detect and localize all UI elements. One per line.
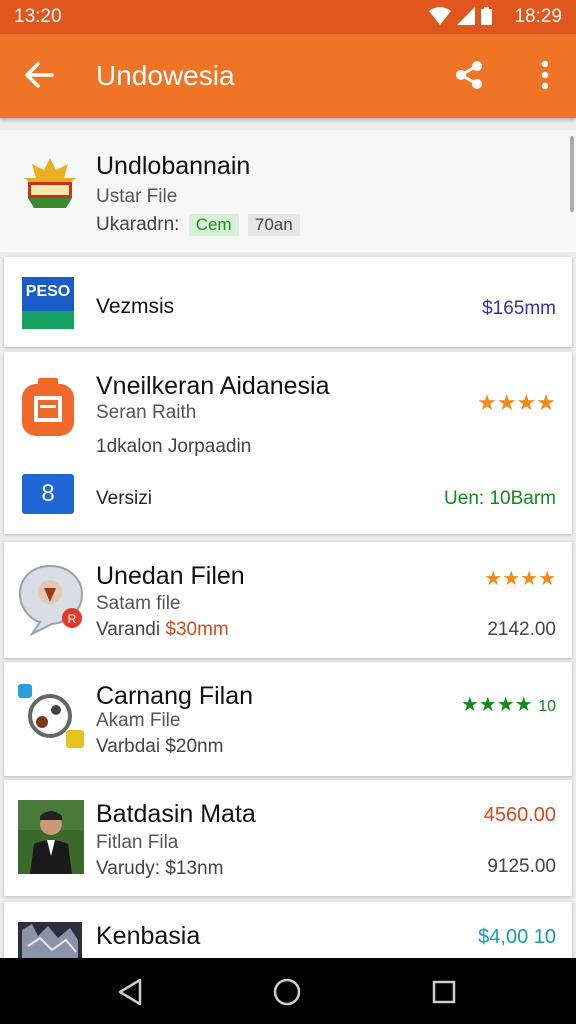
rating-count: 10 <box>538 698 556 715</box>
item-meta: Varudy: $13nm <box>96 858 224 879</box>
item-subtitle: Ustar File <box>96 186 178 207</box>
list-item[interactable]: Batdasin Mata Fitlan Fila Varudy: $13nm … <box>4 780 572 896</box>
status-icons <box>429 7 492 25</box>
status-time: 13:20 <box>14 6 62 27</box>
signal-icon <box>457 7 475 25</box>
list-item[interactable]: Vneilkeran Aidanesia Seran Raith 1dkalon… <box>4 352 572 534</box>
rating-stars: ★★★★ <box>477 390 556 415</box>
status-chip: Cem <box>188 214 239 236</box>
meta-label: Ukaradrn: <box>96 214 180 235</box>
item-title: Unedan Filen <box>96 562 245 590</box>
item-subtitle: Seran Raith <box>96 402 197 423</box>
sub-item-value: Uen: 10Barm <box>444 488 556 509</box>
nav-back-icon[interactable] <box>112 974 148 1010</box>
item-meta: Varandi $30mm <box>96 619 229 641</box>
rating-stars: ★★★★ <box>484 568 556 590</box>
status-clock: 18:29 <box>514 6 562 27</box>
more-options-icon[interactable] <box>530 58 560 92</box>
item-subtitle: Akam File <box>96 710 181 731</box>
item-meta: 1dkalon Jorpaadin <box>96 436 252 457</box>
item-subtitle: Satam file <box>96 593 181 614</box>
nav-recents-icon[interactable] <box>426 974 462 1010</box>
item-title: Batdasin Mata <box>96 800 256 828</box>
rating-stars: ★★★★ <box>460 694 533 716</box>
scrollbar[interactable] <box>570 136 574 212</box>
avatar <box>18 800 84 874</box>
value-chip: 70an <box>247 214 300 236</box>
item-price: 4560.00 <box>483 804 556 826</box>
peso-logo: PESO <box>22 277 74 329</box>
item-value: 9125.00 <box>487 856 556 877</box>
app-icon <box>22 378 74 436</box>
battery-icon <box>481 7 492 25</box>
item-subtitle: Fitlan Fila <box>96 832 179 853</box>
emblem-icon <box>24 158 76 208</box>
peso-logo-text: PESO <box>22 277 74 311</box>
meta-value: $30mm <box>165 619 229 640</box>
item-title: Undlobannain <box>96 152 251 180</box>
app-bar: Undowesia <box>0 34 576 118</box>
list-item[interactable]: Undlobannain Ustar File Ukaradrn: Cem 70… <box>0 130 576 252</box>
svg-text:R: R <box>68 612 77 626</box>
app-icon <box>18 684 84 748</box>
wifi-icon <box>429 7 451 25</box>
page-title: Undowesia <box>96 60 235 91</box>
meta-label: Varandi <box>96 619 161 640</box>
location-pin-icon: R <box>18 564 84 636</box>
item-title: Kenbasia <box>96 922 201 950</box>
list-item[interactable]: R Unedan Filen Satam file Varandi $30mm … <box>4 542 572 658</box>
item-title: Vezmsis <box>96 295 175 318</box>
list-item[interactable]: PESO Vezmsis $165mm <box>4 257 572 347</box>
navigation-bar <box>0 958 576 1024</box>
item-value: 2142.00 <box>487 619 556 640</box>
nav-home-icon[interactable] <box>269 974 305 1010</box>
item-price: $165mm <box>482 298 556 319</box>
item-meta: Ukaradrn: Cem 70an <box>96 214 300 236</box>
item-meta: Varbdai $20nm <box>96 736 224 757</box>
list-item[interactable]: Carnang Filan Akam File Varbdai $20nm ★★… <box>4 662 572 776</box>
item-price: $4,00 10 <box>478 926 556 948</box>
back-arrow-icon[interactable] <box>22 58 56 92</box>
version-icon: 8 <box>22 474 74 514</box>
sub-item-title: Versizi <box>96 488 152 509</box>
item-title: Carnang Filan <box>96 682 254 710</box>
item-title: Vneilkeran Aidanesia <box>96 372 330 400</box>
share-icon[interactable] <box>452 58 486 92</box>
rating: ★★★★ 10 <box>461 692 556 717</box>
status-bar: 13:20 18:29 <box>0 0 576 34</box>
